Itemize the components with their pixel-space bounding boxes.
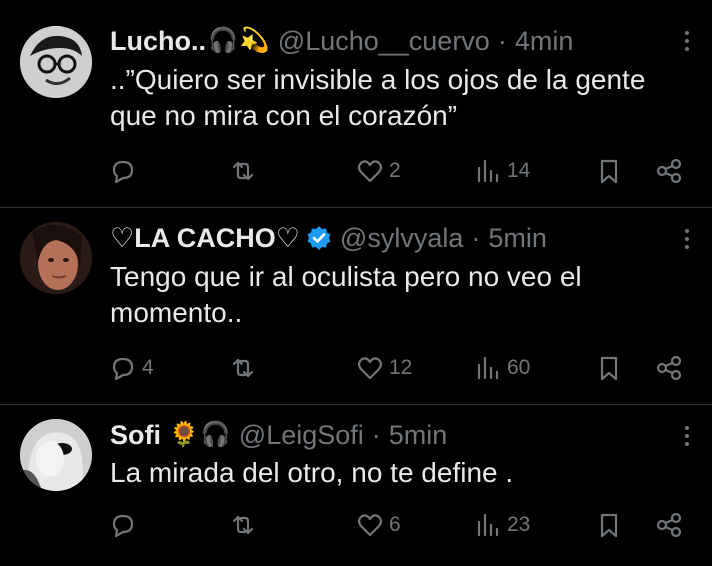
like-count: 12	[389, 356, 413, 379]
repost-icon	[232, 358, 254, 378]
tweet-text: La mirada del otro, no te define .	[110, 455, 690, 491]
timestamp[interactable]: 5min	[389, 420, 448, 450]
like-icon	[357, 160, 383, 183]
bookmark-icon	[600, 356, 618, 381]
bookmark-button[interactable]	[594, 509, 624, 541]
like-icon	[357, 357, 383, 380]
separator-dot: ·	[497, 26, 507, 56]
views-icon	[477, 159, 499, 183]
like-count: 2	[389, 159, 401, 182]
bookmark-button[interactable]	[594, 352, 624, 384]
display-name[interactable]: Sofi	[110, 420, 161, 450]
handle[interactable]: @Lucho__cuervo	[278, 26, 490, 56]
tweet-text-line: que no mira con el corazón”	[110, 100, 458, 131]
reply-icon	[112, 514, 134, 538]
repost-button[interactable]	[228, 155, 262, 187]
display-name[interactable]: ♡LA CACHO♡	[110, 223, 300, 253]
views-count: 60	[507, 356, 531, 379]
tweet[interactable]: Lucho.. 🎧 💫 @Lucho__cuervo · 4min ..”Qui…	[0, 0, 712, 207]
repost-button[interactable]	[228, 352, 262, 384]
repost-icon	[232, 515, 254, 535]
bookmark-icon	[600, 513, 618, 538]
avatar[interactable]	[20, 419, 92, 491]
views-icon	[477, 513, 499, 537]
timestamp[interactable]: 5min	[488, 223, 547, 253]
more-icon[interactable]	[682, 426, 692, 446]
like-button[interactable]: 12	[355, 352, 412, 384]
avatar[interactable]	[20, 222, 92, 294]
share-button[interactable]	[654, 509, 684, 541]
reply-icon	[112, 357, 134, 381]
sunflower-emoji-icon: 🌻	[169, 421, 199, 448]
reply-button[interactable]	[108, 155, 142, 187]
verified-badge-icon	[307, 226, 331, 250]
like-count: 6	[389, 513, 401, 536]
tweet-text-line: La mirada del otro, no te define .	[110, 457, 514, 488]
display-name[interactable]: Lucho..	[110, 26, 206, 56]
action-bar: 2 14	[108, 155, 692, 187]
bookmark-icon	[600, 159, 618, 184]
tweet-text: ..”Quiero ser invisible a los ojos de la…	[110, 62, 690, 134]
views-count: 23	[507, 513, 531, 536]
tweet-text: Tengo que ir al oculista pero no veo el …	[110, 259, 690, 331]
views-icon	[477, 356, 499, 380]
views-count: 14	[507, 159, 531, 182]
action-bar: 4 12 60	[108, 352, 692, 384]
headphones-emoji-icon: 🎧	[200, 421, 231, 448]
like-icon	[357, 514, 383, 537]
dizzy-emoji-icon: 💫	[239, 27, 270, 54]
separator-dot: ·	[471, 223, 481, 253]
separator-dot: ·	[371, 420, 381, 450]
repost-button[interactable]	[228, 509, 262, 541]
tweet-header: ♡LA CACHO♡ @sylvyala · 5min	[110, 223, 547, 253]
like-button[interactable]: 6	[355, 509, 401, 541]
reply-icon	[112, 160, 134, 184]
action-bar: 6 23	[108, 509, 692, 541]
repost-icon	[232, 161, 254, 181]
share-icon	[656, 158, 682, 184]
handle[interactable]: @LeigSofi	[239, 420, 364, 450]
reply-button[interactable]	[108, 509, 142, 541]
tweet-text-line: momento..	[110, 297, 243, 328]
reply-count: 4	[142, 356, 154, 379]
share-button[interactable]	[654, 155, 684, 187]
more-icon[interactable]	[682, 229, 692, 249]
tweet-header: Sofi 🌻 🎧 @LeigSofi · 5min	[110, 420, 447, 450]
tweet[interactable]: Sofi 🌻 🎧 @LeigSofi · 5min La mirada del …	[0, 405, 712, 566]
tweet-text-line: Tengo que ir al oculista pero no veo el	[110, 261, 582, 292]
share-icon	[656, 355, 682, 381]
avatar[interactable]	[20, 26, 92, 98]
like-button[interactable]: 2	[355, 155, 401, 187]
reply-button[interactable]: 4	[108, 352, 154, 384]
tweet[interactable]: ♡LA CACHO♡ @sylvyala · 5min Tengo que ir…	[0, 208, 712, 404]
more-icon[interactable]	[682, 31, 692, 51]
bookmark-button[interactable]	[594, 155, 624, 187]
handle[interactable]: @sylvyala	[340, 223, 463, 253]
headphones-emoji-icon: 🎧	[208, 27, 238, 54]
views-button[interactable]: 23	[473, 509, 530, 541]
tweet-text-line: ..”Quiero ser invisible a los ojos de la…	[110, 64, 646, 95]
share-icon	[656, 512, 682, 538]
timestamp[interactable]: 4min	[515, 26, 574, 56]
share-button[interactable]	[654, 352, 684, 384]
tweet-header: Lucho.. 🎧 💫 @Lucho__cuervo · 4min	[110, 26, 573, 56]
views-button[interactable]: 60	[473, 352, 530, 384]
views-button[interactable]: 14	[473, 155, 530, 187]
